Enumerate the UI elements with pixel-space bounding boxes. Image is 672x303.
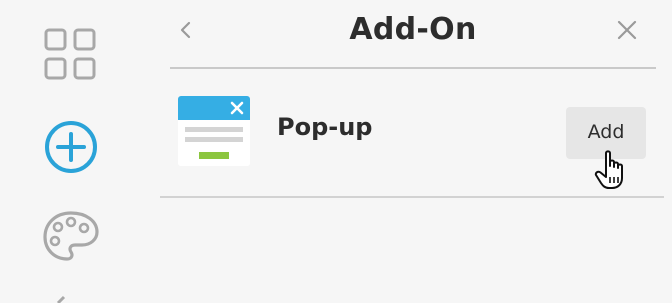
addon-name: Pop-up — [277, 113, 373, 141]
panel-header: Add-On — [170, 0, 656, 68]
apps-grid-icon[interactable] — [44, 28, 96, 80]
popup-window-icon — [178, 96, 250, 166]
row-divider — [160, 196, 664, 198]
partial-sidebar-icon — [56, 295, 66, 303]
sidebar — [0, 0, 145, 303]
panel-title: Add-On — [349, 12, 477, 47]
hand-cursor-icon — [594, 150, 623, 189]
close-icon[interactable] — [614, 17, 640, 43]
palette-icon[interactable] — [42, 210, 100, 262]
addon-list-item: Pop-up Add — [160, 69, 664, 196]
add-circle-icon[interactable] — [43, 119, 99, 175]
